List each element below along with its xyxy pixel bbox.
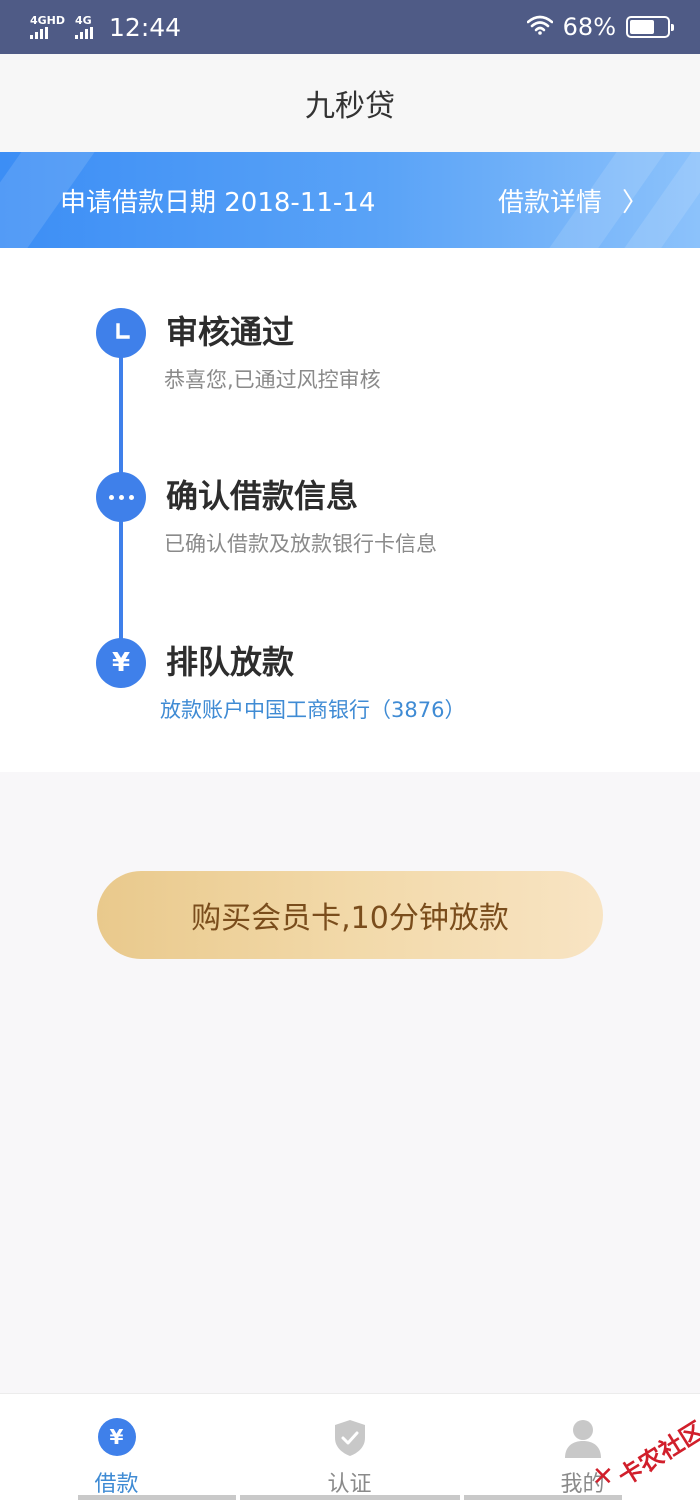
step-title: 确认借款信息 bbox=[166, 477, 359, 515]
battery-fill bbox=[630, 20, 655, 34]
page-title: 九秒贷 bbox=[305, 89, 395, 124]
loan-details-link[interactable]: 借款详情 〉 bbox=[498, 182, 648, 219]
watermark-text: 卡农社区 bbox=[613, 1416, 700, 1491]
tab-verification[interactable]: 认证 bbox=[233, 1394, 466, 1500]
step-title: 审核通过 bbox=[166, 313, 295, 351]
network-type-label-1: 4GHD bbox=[30, 14, 66, 27]
clock: 12:44 bbox=[109, 12, 182, 42]
loan-details-label: 借款详情 bbox=[497, 187, 602, 218]
battery-percent: 68% bbox=[562, 13, 616, 41]
chevron-right-icon: 〉 bbox=[621, 187, 648, 218]
yen-icon: ¥ bbox=[97, 1418, 136, 1456]
page-title-bar: 九秒贷 bbox=[0, 54, 700, 152]
signal-bars-icon bbox=[30, 27, 48, 39]
clock-icon bbox=[96, 308, 146, 358]
buy-membership-label: 购买会员卡,10分钟放款 bbox=[191, 901, 509, 936]
battery-icon bbox=[626, 16, 674, 38]
watermark-mark-icon: ✕ bbox=[592, 1462, 614, 1492]
loan-date-banner: 申请借款日期 2018-11-14 借款详情 〉 bbox=[0, 152, 700, 248]
network-type-label-2: 4G bbox=[75, 14, 92, 27]
buy-membership-button[interactable]: 购买会员卡,10分钟放款 bbox=[97, 871, 603, 959]
status-bar-left: 4GHD 4G 12:44 bbox=[30, 13, 181, 42]
status-bar: 4GHD 4G 12:44 68% bbox=[0, 0, 700, 54]
cell-signal-1: 4GHD bbox=[30, 15, 65, 39]
tab-loan[interactable]: ¥ 借款 bbox=[0, 1394, 233, 1500]
loan-progress-card: 审核通过 恭喜您,已通过风控审核 确认借款信息 已确认借款及放款银行卡信息 ¥ … bbox=[0, 248, 700, 772]
step-subtitle: 恭喜您,已通过风控审核 bbox=[164, 368, 381, 392]
loan-application-date: 申请借款日期 2018-11-14 bbox=[60, 187, 376, 218]
status-bar-right: 68% bbox=[526, 13, 674, 41]
watermark-logo: ✕ 卡农社区 bbox=[592, 1404, 700, 1494]
tab-label: 认证 bbox=[327, 1472, 372, 1497]
tab-label: 借款 bbox=[94, 1472, 139, 1497]
signal-bars-icon bbox=[75, 27, 94, 39]
home-indicator bbox=[464, 1495, 622, 1500]
shield-check-icon bbox=[333, 1418, 367, 1462]
yen-icon: ¥ bbox=[96, 638, 146, 688]
step-subtitle: 已确认借款及放款银行卡信息 bbox=[164, 532, 437, 556]
step-title: 排队放款 bbox=[166, 643, 295, 681]
more-dots-icon bbox=[96, 472, 146, 522]
cell-signal-2: 4G bbox=[75, 14, 94, 39]
disbursement-account-link[interactable]: 放款账户中国工商银行（3876） bbox=[160, 694, 465, 724]
home-indicator bbox=[240, 1495, 460, 1500]
home-indicator bbox=[78, 1495, 236, 1500]
wifi-icon bbox=[526, 13, 553, 41]
